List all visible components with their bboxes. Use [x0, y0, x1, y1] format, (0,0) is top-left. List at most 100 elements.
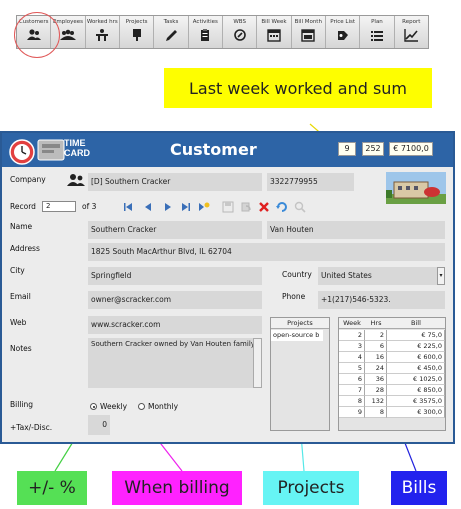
bill-hrs-cell: 28 — [365, 385, 387, 396]
toolbar-label: Bill Month — [294, 19, 322, 25]
logo-text: TIME CARD — [64, 138, 90, 158]
bill-week-cell: 8 — [339, 396, 365, 407]
clipboard-icon — [197, 28, 213, 42]
toolbar-activities-button[interactable]: Activities — [189, 16, 223, 48]
new-record-icon[interactable] — [198, 201, 210, 213]
bill-row[interactable]: 7 28 € 850,0 — [339, 385, 445, 396]
notes-label: Notes — [10, 344, 32, 353]
billing-monthly-label: Monthly — [148, 402, 179, 411]
web-field[interactable]: www.scracker.com — [88, 316, 262, 334]
notes-scrollbar[interactable] — [253, 338, 262, 388]
toolbar-price-list-button[interactable]: Price List — [326, 16, 361, 48]
country-select[interactable]: United States — [318, 267, 437, 285]
toolbar-bill-month-button[interactable]: Bill Month — [292, 16, 326, 48]
first-record-icon[interactable] — [122, 201, 134, 213]
email-label: Email — [10, 292, 31, 301]
toolbar-label: Worked hrs — [86, 19, 118, 25]
billing-weekly-radio[interactable] — [90, 403, 97, 410]
notes-textarea[interactable]: Southern Cracker owned by Van Houten fam… — [88, 338, 262, 388]
bill-amount-cell: € 3575,0 — [387, 396, 445, 407]
company-label: Company — [10, 175, 46, 184]
company-phone-field[interactable]: 3322779955 — [267, 173, 354, 191]
phone-label: Phone — [282, 292, 306, 301]
city-label: City — [10, 266, 25, 275]
toolbar-tasks-button[interactable]: Tasks — [154, 16, 189, 48]
bill-hrs-cell: 36 — [365, 374, 387, 385]
bill-row[interactable]: 4 16 € 600,0 — [339, 352, 445, 363]
refresh-icon[interactable] — [276, 201, 288, 213]
pencil-icon — [163, 28, 179, 42]
employees-icon — [59, 28, 76, 42]
undo-icon[interactable] — [240, 201, 252, 213]
chart-icon — [403, 28, 419, 42]
calendar-month-icon — [300, 28, 316, 42]
bill-row[interactable]: 5 24 € 450,0 — [339, 363, 445, 374]
toolbar-label: Report — [402, 19, 421, 25]
toolbar-label: WBS — [233, 19, 246, 25]
bill-row[interactable]: 8 132 € 3575,0 — [339, 396, 445, 407]
window-title: Customer — [170, 140, 257, 159]
billing-monthly-radio[interactable] — [138, 403, 145, 410]
first-name-field[interactable]: Southern Cracker — [88, 221, 262, 239]
billing-label: Billing — [10, 400, 33, 409]
toolbar-report-button[interactable]: Report — [395, 16, 428, 48]
bill-hrs-cell: 132 — [365, 396, 387, 407]
toolbar-wbs-button[interactable]: WBS — [223, 16, 258, 48]
delete-icon[interactable] — [258, 201, 270, 213]
toolbar-label: Plan — [371, 19, 383, 25]
last-record-icon[interactable] — [180, 201, 192, 213]
price-list-icon — [335, 28, 351, 42]
tax-field[interactable]: 0 — [88, 415, 110, 435]
toolbar-bill-week-button[interactable]: Bill Week — [257, 16, 292, 48]
previous-record-icon[interactable] — [142, 201, 154, 213]
bills-header-hrs: Hrs — [365, 318, 387, 329]
toolbar-projects-button[interactable]: Projects — [120, 16, 155, 48]
bill-amount-cell: € 1025,0 — [387, 374, 445, 385]
record-input[interactable]: 2 — [42, 201, 76, 212]
stat-week: 9 — [338, 142, 356, 156]
window-header: TIME CARD Customer 9 252 € 7100,0 — [2, 133, 453, 167]
list-icon — [369, 28, 385, 42]
address-field[interactable]: 1825 South MacArthur Blvd, IL 62704 — [88, 243, 445, 261]
bill-amount-cell: € 850,0 — [387, 385, 445, 396]
name-label: Name — [10, 222, 33, 231]
project-row[interactable]: open-source b — [271, 330, 323, 341]
bill-row[interactable]: 6 36 € 1025,0 — [339, 374, 445, 385]
calendar-icon — [266, 28, 282, 42]
country-label: Country — [282, 270, 312, 279]
projects-icon — [129, 28, 145, 42]
stat-hours: 252 — [362, 142, 384, 156]
bill-amount-cell: € 300,0 — [387, 407, 445, 418]
city-field[interactable]: Springfield — [88, 267, 262, 285]
toolbar-plan-button[interactable]: Plan — [360, 16, 395, 48]
billing-weekly-label: Weekly — [100, 402, 128, 411]
bill-hrs-cell: 8 — [365, 407, 387, 418]
bill-amount-cell: € 75,0 — [387, 330, 445, 341]
toolbar-label: Bill Week — [261, 19, 287, 25]
projects-panel: Projects open-source b — [270, 317, 330, 431]
bill-week-cell: 7 — [339, 385, 365, 396]
record-of-label: of 3 — [82, 202, 97, 211]
email-field[interactable]: owner@scracker.com — [88, 291, 262, 309]
bill-row[interactable]: 3 6 € 225,0 — [339, 341, 445, 352]
bills-panel: Week Hrs Bill 2 2 € 75,0 3 6 € 225,0 4 16 € 600,… — [338, 317, 446, 431]
company-users-icon — [67, 174, 85, 186]
bill-hrs-cell: 24 — [365, 363, 387, 374]
toolbar-worked-hours-button[interactable]: Worked hrs — [86, 16, 120, 48]
worked-hours-icon — [94, 28, 110, 42]
address-label: Address — [10, 244, 40, 253]
projects-header: Projects — [271, 318, 329, 329]
bill-week-cell: 9 — [339, 407, 365, 418]
company-field[interactable]: [D] Southern Cracker — [88, 173, 262, 191]
country-dropdown-arrow-icon[interactable]: ▾ — [437, 267, 445, 285]
callout-projects: Projects — [263, 471, 359, 505]
last-name-field[interactable]: Van Houten — [267, 221, 445, 239]
bill-row[interactable]: 9 8 € 300,0 — [339, 407, 445, 418]
phone-field[interactable]: +1(217)546-5323. — [318, 291, 445, 309]
main-toolbar: Customers Employees Worked hrs Projects … — [16, 15, 429, 49]
save-icon[interactable] — [222, 201, 234, 213]
next-record-icon[interactable] — [162, 201, 174, 213]
search-icon[interactable] — [294, 201, 306, 213]
bill-row[interactable]: 2 2 € 75,0 — [339, 330, 445, 341]
highlight-circle — [14, 12, 60, 58]
